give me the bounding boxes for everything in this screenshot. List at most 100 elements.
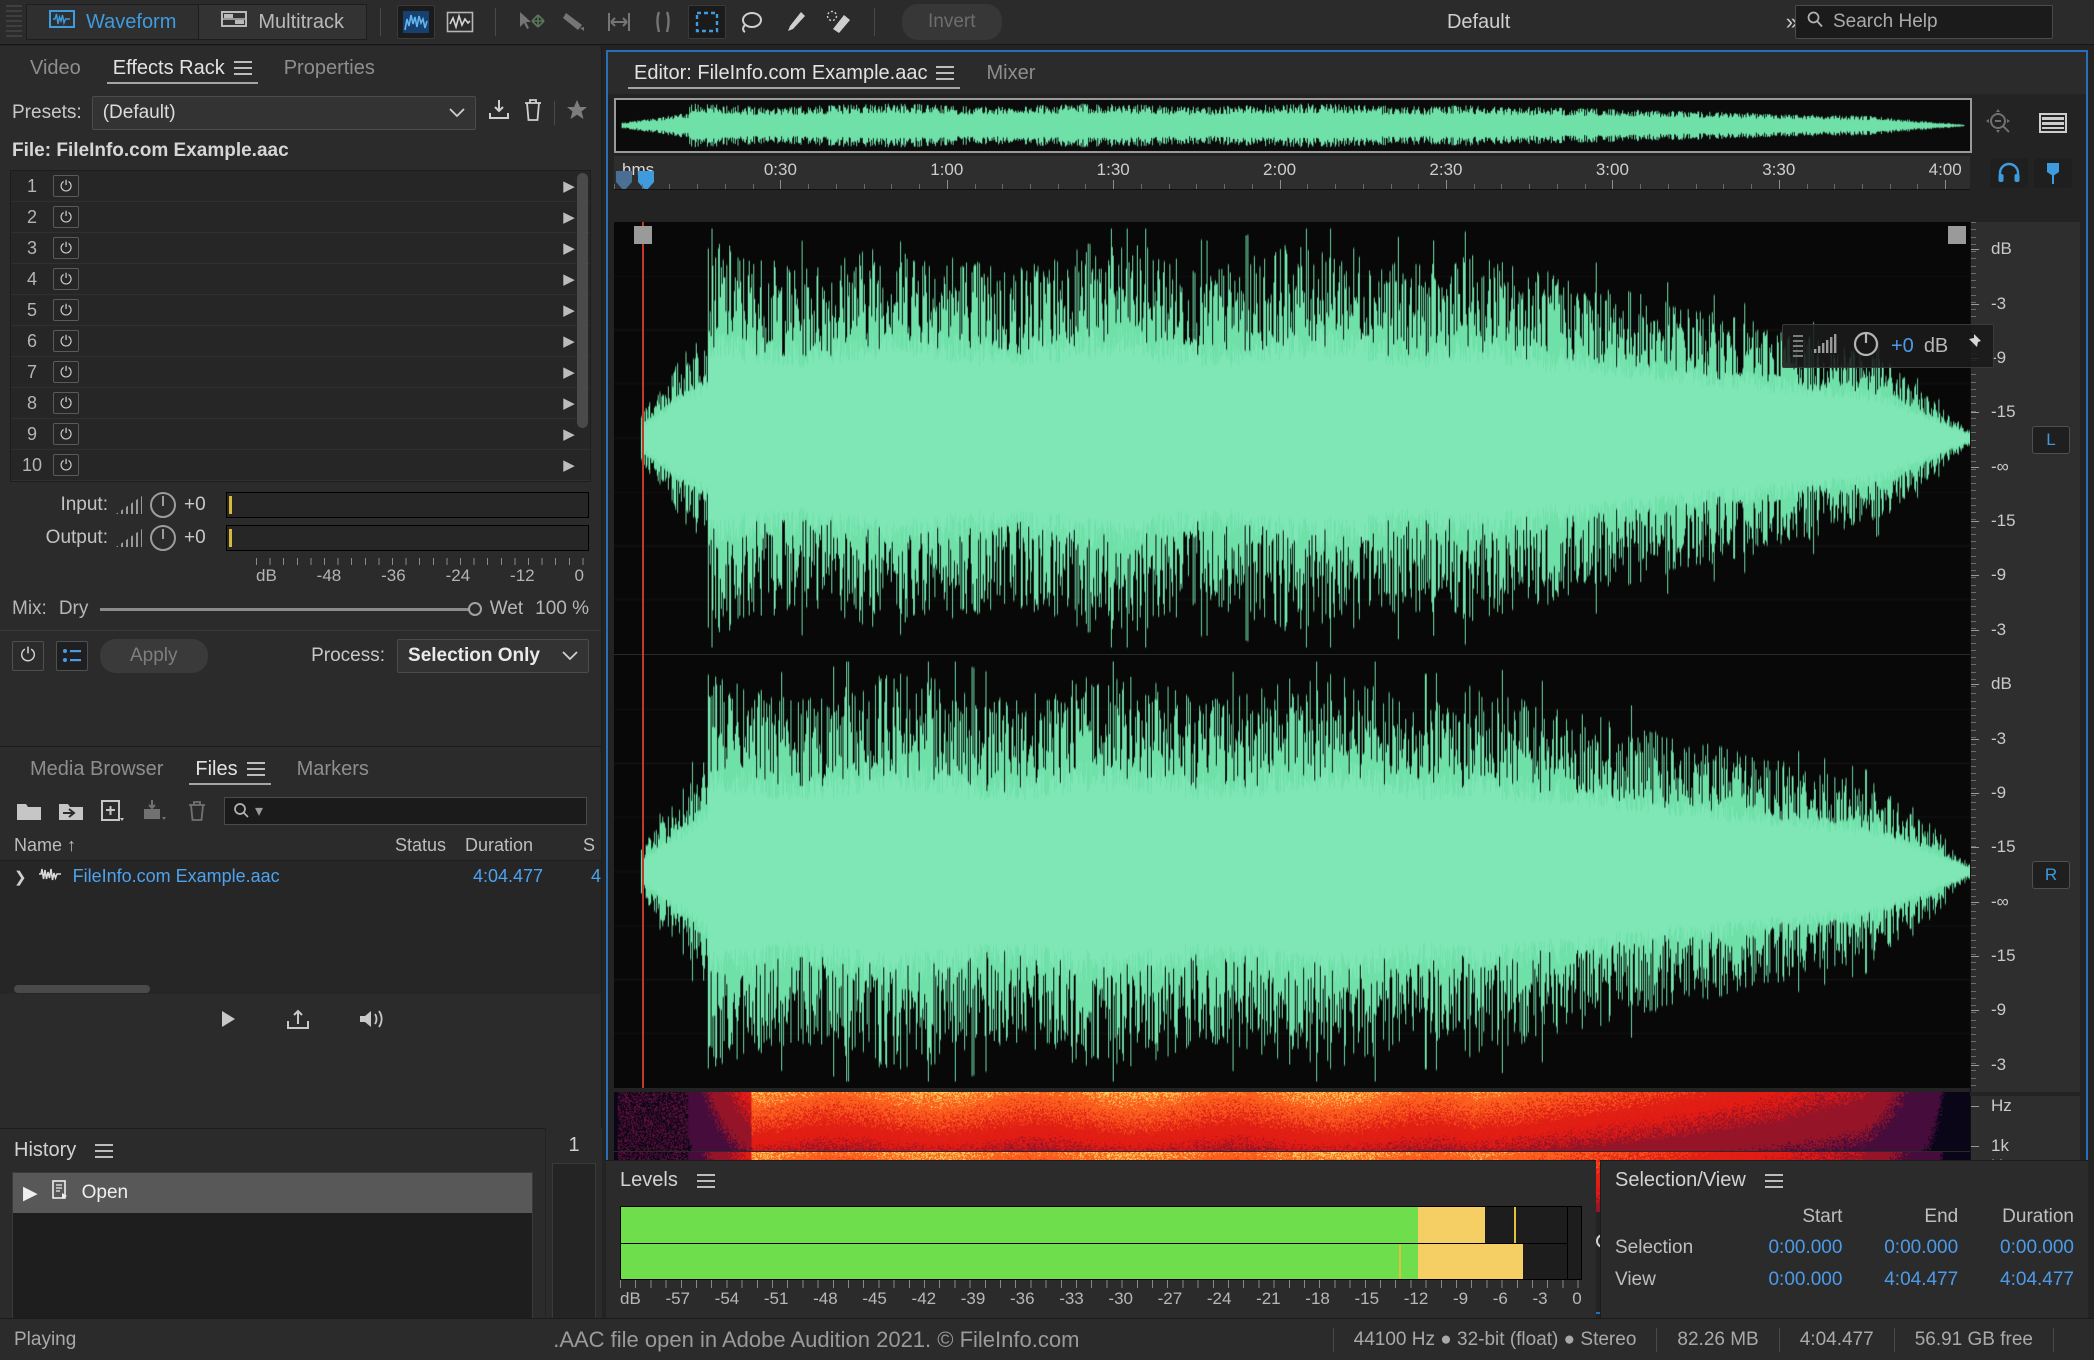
open-file-icon[interactable] xyxy=(14,798,44,824)
panel-menu-icon[interactable] xyxy=(233,61,252,75)
move-tool-icon[interactable] xyxy=(512,5,550,39)
slot-power-icon[interactable]: ⏻ xyxy=(53,268,79,290)
close-file-icon[interactable] xyxy=(182,798,212,824)
selection-paddle-icon[interactable] xyxy=(2034,158,2072,188)
slot-power-icon[interactable]: ⏻ xyxy=(53,361,79,383)
effect-slot-row[interactable]: 3 ⏻ ▶ xyxy=(11,233,590,264)
time-selection-tool-icon[interactable] xyxy=(600,5,638,39)
panel-menu-icon[interactable] xyxy=(696,1173,715,1188)
panel-menu-icon[interactable] xyxy=(246,762,265,776)
waveform-channel-left[interactable] xyxy=(614,222,1970,655)
spectral-frequency-display-icon[interactable] xyxy=(396,5,435,39)
slot-power-icon[interactable]: ⏻ xyxy=(53,454,79,476)
popup-grip-icon[interactable] xyxy=(1793,335,1803,357)
waveform-channel-right[interactable] xyxy=(614,655,1970,1088)
view-end[interactable]: 4:04.477 xyxy=(1856,1264,1972,1296)
gain-value[interactable]: +0 xyxy=(1891,335,1914,358)
spectral-channel-left[interactable] xyxy=(614,1092,1970,1152)
channel-badge[interactable]: R xyxy=(2032,860,2070,889)
navigator-overview[interactable] xyxy=(614,97,1972,153)
gain-adjust-popup[interactable]: +0 dB xyxy=(1782,324,1994,368)
panel-menu-icon[interactable] xyxy=(936,66,955,80)
mix-slider[interactable] xyxy=(100,601,482,616)
effect-slot-row[interactable]: 1 ⏻ ▶ xyxy=(11,171,590,202)
apply-button[interactable]: Apply xyxy=(100,639,208,673)
input-gain-knob[interactable] xyxy=(150,492,176,518)
effect-slot-row[interactable]: 6 ⏻ ▶ xyxy=(11,326,590,357)
view-start[interactable]: 0:00.000 xyxy=(1741,1264,1857,1296)
effect-slot-row[interactable]: 8 ⏻ ▶ xyxy=(11,388,590,419)
multitrack-mode-button[interactable]: Multitrack xyxy=(199,4,367,40)
navigator-bar-icon[interactable] xyxy=(2038,110,2068,141)
toolbar-grip[interactable] xyxy=(6,5,22,39)
slot-power-icon[interactable]: ⏻ xyxy=(53,423,79,445)
expand-arrow-icon[interactable]: ❯ xyxy=(14,868,27,886)
effect-slot-row[interactable]: 2 ⏻ ▶ xyxy=(11,202,590,233)
paintbrush-selection-tool-icon[interactable] xyxy=(776,5,814,39)
marquee-selection-tool-icon[interactable] xyxy=(687,5,726,39)
tab-effects-rack[interactable]: Effects Rack xyxy=(97,46,268,90)
view-duration[interactable]: 4:04.477 xyxy=(1972,1264,2088,1296)
effect-slot-row[interactable]: 7 ⏻ ▶ xyxy=(11,357,590,388)
level-clip-indicator[interactable] xyxy=(1567,1207,1581,1279)
selection-end[interactable]: 0:00.000 xyxy=(1856,1232,1972,1264)
effects-power-toggle-icon[interactable]: ⏻ xyxy=(12,641,44,671)
headphones-monitor-icon[interactable] xyxy=(1990,158,2028,188)
tab-video[interactable]: Video xyxy=(14,46,97,90)
search-help-input[interactable]: Search Help xyxy=(1795,5,2053,39)
effect-slot-row[interactable]: 9 ⏻ ▶ xyxy=(11,419,590,450)
tab-files[interactable]: Files xyxy=(179,747,280,791)
playhead[interactable] xyxy=(642,222,644,1088)
panel-menu-icon[interactable] xyxy=(1764,1173,1783,1188)
output-gain-knob[interactable] xyxy=(150,525,176,551)
tab-mixer[interactable]: Mixer xyxy=(970,51,1051,95)
selection-start[interactable]: 0:00.000 xyxy=(1741,1232,1857,1264)
spot-healing-brush-tool-icon[interactable] xyxy=(820,5,858,39)
output-gain-value[interactable]: +0 xyxy=(184,527,218,549)
files-horizontal-scrollbar[interactable] xyxy=(0,984,601,994)
mix-slider-handle[interactable] xyxy=(467,601,482,616)
selection-handle-left[interactable] xyxy=(634,226,652,244)
effect-slot-row[interactable]: 10 ⏻ ▶ xyxy=(11,450,590,481)
import-file-icon[interactable] xyxy=(56,798,86,824)
slot-power-icon[interactable]: ⏻ xyxy=(53,330,79,352)
pin-icon[interactable] xyxy=(1961,332,1983,360)
slot-power-icon[interactable]: ⏻ xyxy=(53,299,79,321)
waveform-mode-button[interactable]: Waveform xyxy=(26,4,200,40)
col-duration[interactable]: Duration xyxy=(465,835,583,856)
effects-list-view-icon[interactable] xyxy=(56,641,88,671)
col-name[interactable]: Name ↑ xyxy=(14,835,395,856)
lasso-selection-tool-icon[interactable] xyxy=(732,5,770,39)
list-item[interactable]: ▶ Open xyxy=(13,1173,532,1213)
auto-play-icon[interactable] xyxy=(357,1008,385,1035)
effect-slot-row[interactable]: 4 ⏻ ▶ xyxy=(11,264,590,295)
effects-rack-scrollbar[interactable] xyxy=(577,173,588,428)
mix-percent-value[interactable]: 100 % xyxy=(535,598,589,620)
process-dropdown[interactable]: Selection Only xyxy=(397,639,589,673)
slot-power-icon[interactable]: ⏻ xyxy=(53,206,79,228)
tab-media-browser[interactable]: Media Browser xyxy=(14,747,179,791)
selection-handle-right[interactable] xyxy=(1948,226,1966,244)
gain-knob-icon[interactable] xyxy=(1851,328,1881,364)
effect-slot-row[interactable]: 5 ⏻ ▶ xyxy=(11,295,590,326)
input-gain-value[interactable]: +0 xyxy=(184,494,218,516)
playhead-marker[interactable] xyxy=(638,171,654,189)
workspace-name[interactable]: Default xyxy=(1447,11,1510,34)
tab-markers[interactable]: Markers xyxy=(281,747,385,791)
channel-badge[interactable]: L xyxy=(2032,425,2070,454)
files-search-input[interactable]: ▾ xyxy=(224,797,587,825)
razor-tool-icon[interactable] xyxy=(644,5,682,39)
save-preset-icon[interactable] xyxy=(486,97,512,129)
view-start-marker[interactable] xyxy=(616,171,632,189)
delete-preset-icon[interactable] xyxy=(522,97,544,129)
waveform-display-icon[interactable] xyxy=(441,5,479,39)
waveform-display[interactable] xyxy=(614,222,1970,1088)
slot-power-icon[interactable]: ⏻ xyxy=(53,237,79,259)
col-extra[interactable]: S xyxy=(583,835,601,856)
presets-dropdown[interactable]: (Default) xyxy=(91,96,476,130)
invert-button[interactable]: Invert xyxy=(901,4,1002,40)
selection-duration[interactable]: 0:00.000 xyxy=(1972,1232,2088,1264)
tab-editor[interactable]: Editor: FileInfo.com Example.aac xyxy=(618,51,970,95)
zoom-out-full-icon[interactable] xyxy=(1984,108,2014,143)
table-row[interactable]: ❯ FileInfo.com Example.aac 4:04.477 4 xyxy=(0,861,601,892)
